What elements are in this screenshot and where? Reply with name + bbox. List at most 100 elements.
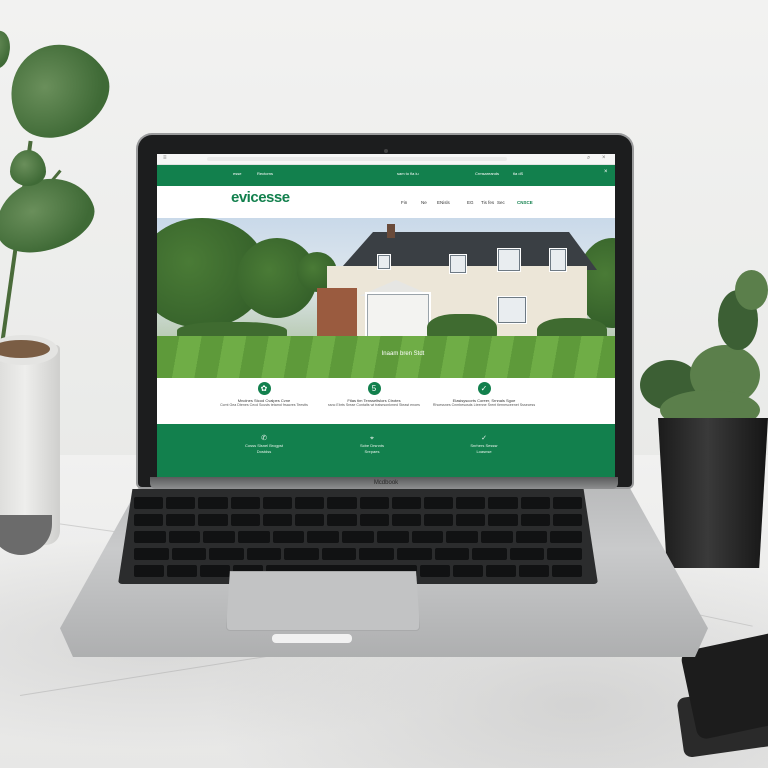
nav-item[interactable]: Sec — [497, 200, 505, 205]
keyboard-key[interactable] — [230, 497, 260, 509]
keyboard-key[interactable] — [397, 548, 432, 560]
keyboard-key[interactable] — [552, 514, 583, 526]
laptop-screen: ≡ ⌕ × esse Rectorns sam to fla iu Crmsar… — [157, 154, 615, 477]
keyboard-key[interactable] — [376, 531, 409, 543]
keyboard-key[interactable] — [452, 565, 483, 577]
keyboard-key[interactable] — [456, 497, 486, 509]
nav-item[interactable]: EG — [467, 200, 474, 205]
keyboard-key[interactable] — [272, 531, 305, 543]
keyboard-key[interactable] — [307, 531, 340, 543]
nav-item[interactable]: Tis fes — [481, 200, 494, 205]
keyboard-key[interactable] — [488, 514, 518, 526]
menu-icon[interactable]: ≡ — [163, 155, 167, 161]
keyboard-key[interactable] — [230, 514, 260, 526]
keyboard-key[interactable] — [359, 514, 389, 526]
keyboard-key[interactable] — [509, 548, 545, 560]
feature-text: Ccmt Gea Dtenes Cecd Scusts tetamd frsac… — [220, 403, 308, 407]
topbar-link[interactable]: Rectorns — [257, 171, 273, 176]
keyboard-key[interactable] — [359, 548, 395, 560]
footer-line: Srepaes — [364, 449, 380, 454]
keyboard-key[interactable] — [423, 514, 454, 526]
keyboard-key[interactable] — [552, 497, 583, 509]
keyboard-key[interactable] — [134, 565, 165, 577]
keyboard-key[interactable] — [295, 514, 325, 526]
keyboard-key[interactable] — [551, 565, 583, 577]
feature-card: 5 Ftlas tim Tensseltslors Ctrotes ssnc E… — [319, 378, 429, 408]
check-icon: ✓ — [481, 435, 487, 442]
browser-bar: ≡ ⌕ × — [157, 154, 615, 165]
keyboard-key[interactable] — [434, 548, 470, 560]
keyboard-key[interactable] — [134, 531, 166, 543]
keyboard-key[interactable] — [480, 531, 513, 543]
keyboard-key[interactable] — [520, 497, 550, 509]
trackpad[interactable] — [226, 571, 420, 631]
keyboard-key[interactable] — [262, 514, 293, 526]
nav-cta[interactable]: CNSCE — [517, 200, 533, 205]
keyboard-key[interactable] — [166, 497, 196, 509]
keyboard-key[interactable] — [515, 531, 548, 543]
keyboard-key[interactable] — [246, 548, 282, 560]
keyboard-key[interactable] — [238, 531, 270, 543]
right-pot — [658, 418, 768, 568]
keyboard-key[interactable] — [198, 497, 228, 509]
close-icon[interactable]: × — [602, 155, 606, 161]
topbar-link[interactable]: tla dS — [513, 171, 523, 176]
address-bar[interactable] — [207, 157, 507, 161]
keyboard-key[interactable] — [446, 531, 478, 543]
keyboard-key[interactable] — [134, 548, 169, 560]
keyboard-key[interactable] — [134, 497, 164, 509]
keyboard-key[interactable] — [321, 548, 357, 560]
keyboard-key[interactable] — [485, 565, 516, 577]
topbar-link[interactable]: sam to fla iu — [397, 171, 419, 176]
keyboard-key[interactable] — [295, 497, 325, 509]
keyboard-key[interactable] — [134, 514, 164, 526]
keyboard-key[interactable] — [520, 514, 550, 526]
nav-item[interactable]: Ne — [421, 200, 427, 205]
number-icon: 5 — [367, 382, 381, 395]
footer-line: Loasnse — [476, 449, 492, 454]
footer-item: ✓ Snrhers Sesssr Loasnse — [439, 434, 529, 455]
nav-item[interactable]: ENisls — [437, 200, 450, 205]
keyboard-key[interactable] — [550, 531, 582, 543]
search-icon[interactable]: ⌕ — [587, 155, 590, 162]
close-icon[interactable]: × — [604, 169, 608, 175]
laptop-notch — [272, 634, 352, 643]
footer-item: ⌖ Scbe Drsnnts Srepaes — [327, 434, 417, 455]
keyboard-key[interactable] — [488, 497, 518, 509]
keyboard-key[interactable] — [203, 531, 236, 543]
photo-scene: Mcdbook ≡ ⌕ × esse Rectorns sam to fla i… — [0, 0, 768, 768]
keyboard-key[interactable] — [167, 565, 198, 577]
keyboard-key[interactable] — [391, 514, 421, 526]
keyboard-key[interactable] — [284, 548, 319, 560]
keyboard-key[interactable] — [419, 565, 450, 577]
keyboard-key[interactable] — [423, 497, 454, 509]
keyboard-key[interactable] — [209, 548, 244, 560]
window — [497, 296, 527, 324]
keyboard-key[interactable] — [171, 548, 207, 560]
keyboard-key[interactable] — [359, 497, 389, 509]
keyboard-key[interactable] — [168, 531, 201, 543]
topbar-link[interactable]: Crmsareands — [475, 171, 499, 176]
keyboard-key[interactable] — [198, 514, 228, 526]
window — [549, 248, 567, 272]
topbar-link[interactable]: esse — [233, 171, 241, 176]
keyboard-key[interactable] — [327, 514, 357, 526]
keyboard-key[interactable] — [327, 497, 357, 509]
site-logo[interactable]: evicesse — [231, 189, 290, 206]
keyboard-key[interactable] — [472, 548, 507, 560]
keyboard-key[interactable] — [391, 497, 421, 509]
phone-icon: ✆ — [261, 435, 267, 442]
keyboard-key[interactable] — [411, 531, 444, 543]
keyboard-key[interactable] — [200, 565, 231, 577]
keyboard-key[interactable] — [262, 497, 293, 509]
nav-item[interactable]: Fin — [401, 200, 407, 205]
keyboard-key[interactable] — [547, 548, 582, 560]
leaf-icon: ✿ — [257, 382, 271, 395]
keyboard-key[interactable] — [456, 514, 486, 526]
site-footer: ✆ Cosss Slsnel Brogpst Dostdss ⌖ Scbe Dr… — [157, 424, 615, 477]
keyboard-key[interactable] — [518, 565, 549, 577]
keyboard-key[interactable] — [342, 531, 374, 543]
window — [377, 254, 391, 270]
keyboard-key[interactable] — [166, 514, 196, 526]
feature-text: ssnc Ebrts Sreae Contalts wt tratsrsonkm… — [328, 403, 420, 407]
